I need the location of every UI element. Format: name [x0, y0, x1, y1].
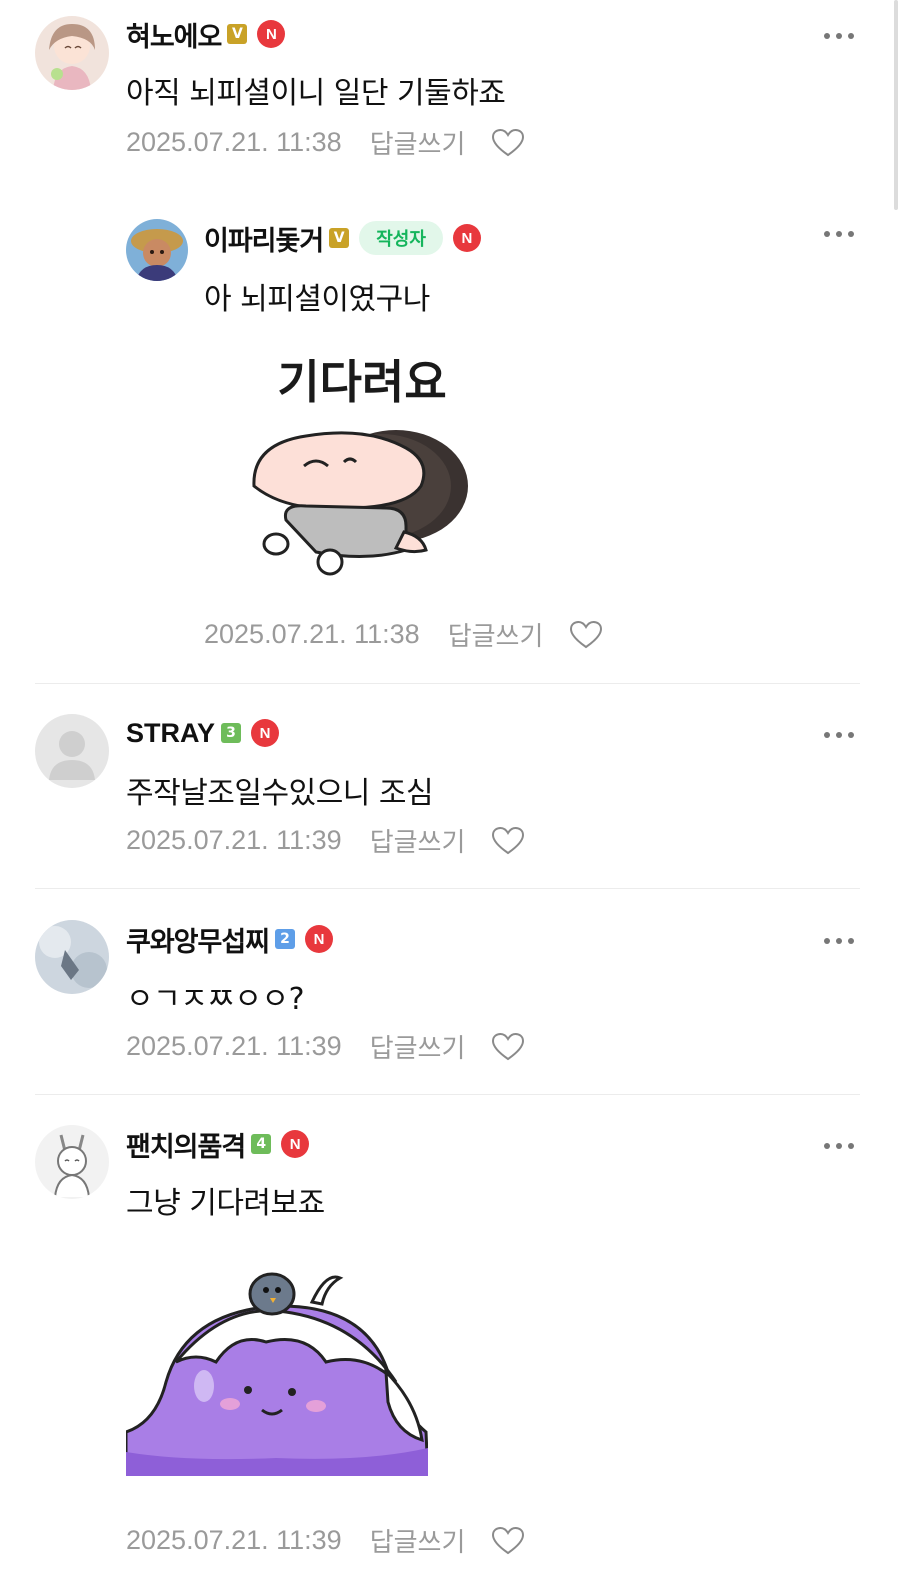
- reply-button[interactable]: 답글쓰기: [448, 616, 544, 653]
- more-icon[interactable]: [824, 230, 854, 238]
- heart-icon[interactable]: [491, 1032, 525, 1062]
- comment-meta: 2025.07.21. 11:39 답글쓰기: [126, 822, 525, 859]
- nickname[interactable]: 이파리돛거: [204, 219, 324, 258]
- level-badge: V: [227, 24, 248, 44]
- level-badge: 2: [275, 929, 296, 949]
- reply-button[interactable]: 답글쓰기: [370, 124, 466, 161]
- more-icon[interactable]: [824, 1142, 854, 1150]
- comment-meta: 2025.07.21. 11:38 답글쓰기: [126, 124, 525, 161]
- reply-button[interactable]: 답글쓰기: [370, 822, 466, 859]
- sticker-image[interactable]: 기다려요: [246, 336, 478, 582]
- comment-text: 그냥 기다려보죠: [126, 1186, 325, 1221]
- avatar[interactable]: [35, 714, 109, 788]
- divider: [35, 888, 860, 889]
- level-badge: 3: [221, 723, 242, 743]
- scrollbar-thumb[interactable]: [894, 0, 898, 210]
- more-icon[interactable]: [824, 32, 854, 40]
- nickname[interactable]: 혀노에오: [126, 15, 222, 54]
- sticker-image[interactable]: [124, 1262, 430, 1478]
- level-badge: V: [329, 228, 350, 248]
- sticker-caption: 기다려요: [277, 355, 446, 409]
- comment-meta: 2025.07.21. 11:39 답글쓰기: [126, 1028, 525, 1065]
- heart-icon[interactable]: [491, 1526, 525, 1556]
- scrollbar[interactable]: [892, 0, 900, 210]
- avatar[interactable]: [35, 16, 109, 90]
- new-badge-icon: N: [281, 1130, 310, 1158]
- nickname[interactable]: 팬치의품격: [126, 1125, 246, 1164]
- comment-text: 아 뇌피셜이였구나: [204, 282, 430, 317]
- avatar[interactable]: [35, 1125, 109, 1199]
- divider: [35, 683, 860, 684]
- heart-icon[interactable]: [569, 620, 603, 650]
- reply-button[interactable]: 답글쓰기: [370, 1522, 466, 1559]
- comment-header: STRAY 3 N: [126, 715, 280, 751]
- level-badge: 4: [251, 1134, 272, 1154]
- comment-meta: 2025.07.21. 11:39 답글쓰기: [126, 1522, 525, 1559]
- more-icon[interactable]: [824, 937, 854, 945]
- more-icon[interactable]: [824, 731, 854, 739]
- new-badge-icon: N: [257, 20, 286, 48]
- heart-icon[interactable]: [491, 128, 525, 158]
- comment-header: 쿠와앙무섭찌 2 N: [126, 920, 334, 959]
- comment-date: 2025.07.21. 11:39: [126, 1525, 342, 1555]
- comment-date: 2025.07.21. 11:39: [126, 1031, 342, 1061]
- heart-icon[interactable]: [491, 826, 525, 856]
- comment-text: 주작날조일수있으니 조심: [126, 776, 434, 811]
- nickname[interactable]: STRAY: [126, 718, 215, 749]
- new-badge-icon: N: [452, 224, 481, 252]
- comment-header: 팬치의품격 4 N: [126, 1125, 310, 1164]
- comment-date: 2025.07.21. 11:38: [126, 127, 342, 157]
- avatar[interactable]: [126, 219, 188, 281]
- nickname[interactable]: 쿠와앙무섭찌: [126, 920, 270, 959]
- comment-text: 아직 뇌피셜이니 일단 기둘하죠: [126, 76, 506, 111]
- comment-header: 이파리돛거 V 작성자 N: [204, 219, 481, 258]
- comment-header: 혀노에오 V N: [126, 15, 286, 54]
- new-badge-icon: N: [251, 719, 280, 747]
- divider: [35, 1094, 860, 1095]
- reply-button[interactable]: 답글쓰기: [370, 1028, 466, 1065]
- comment-date: 2025.07.21. 11:39: [126, 825, 342, 855]
- author-badge: 작성자: [359, 221, 443, 255]
- new-badge-icon: N: [305, 925, 334, 953]
- avatar[interactable]: [35, 920, 109, 994]
- comment-meta: 2025.07.21. 11:38 답글쓰기: [204, 616, 603, 653]
- comment-date: 2025.07.21. 11:38: [204, 619, 420, 649]
- comment-text: ㅇㄱㅈㅉㅇㅇ?: [126, 982, 305, 1017]
